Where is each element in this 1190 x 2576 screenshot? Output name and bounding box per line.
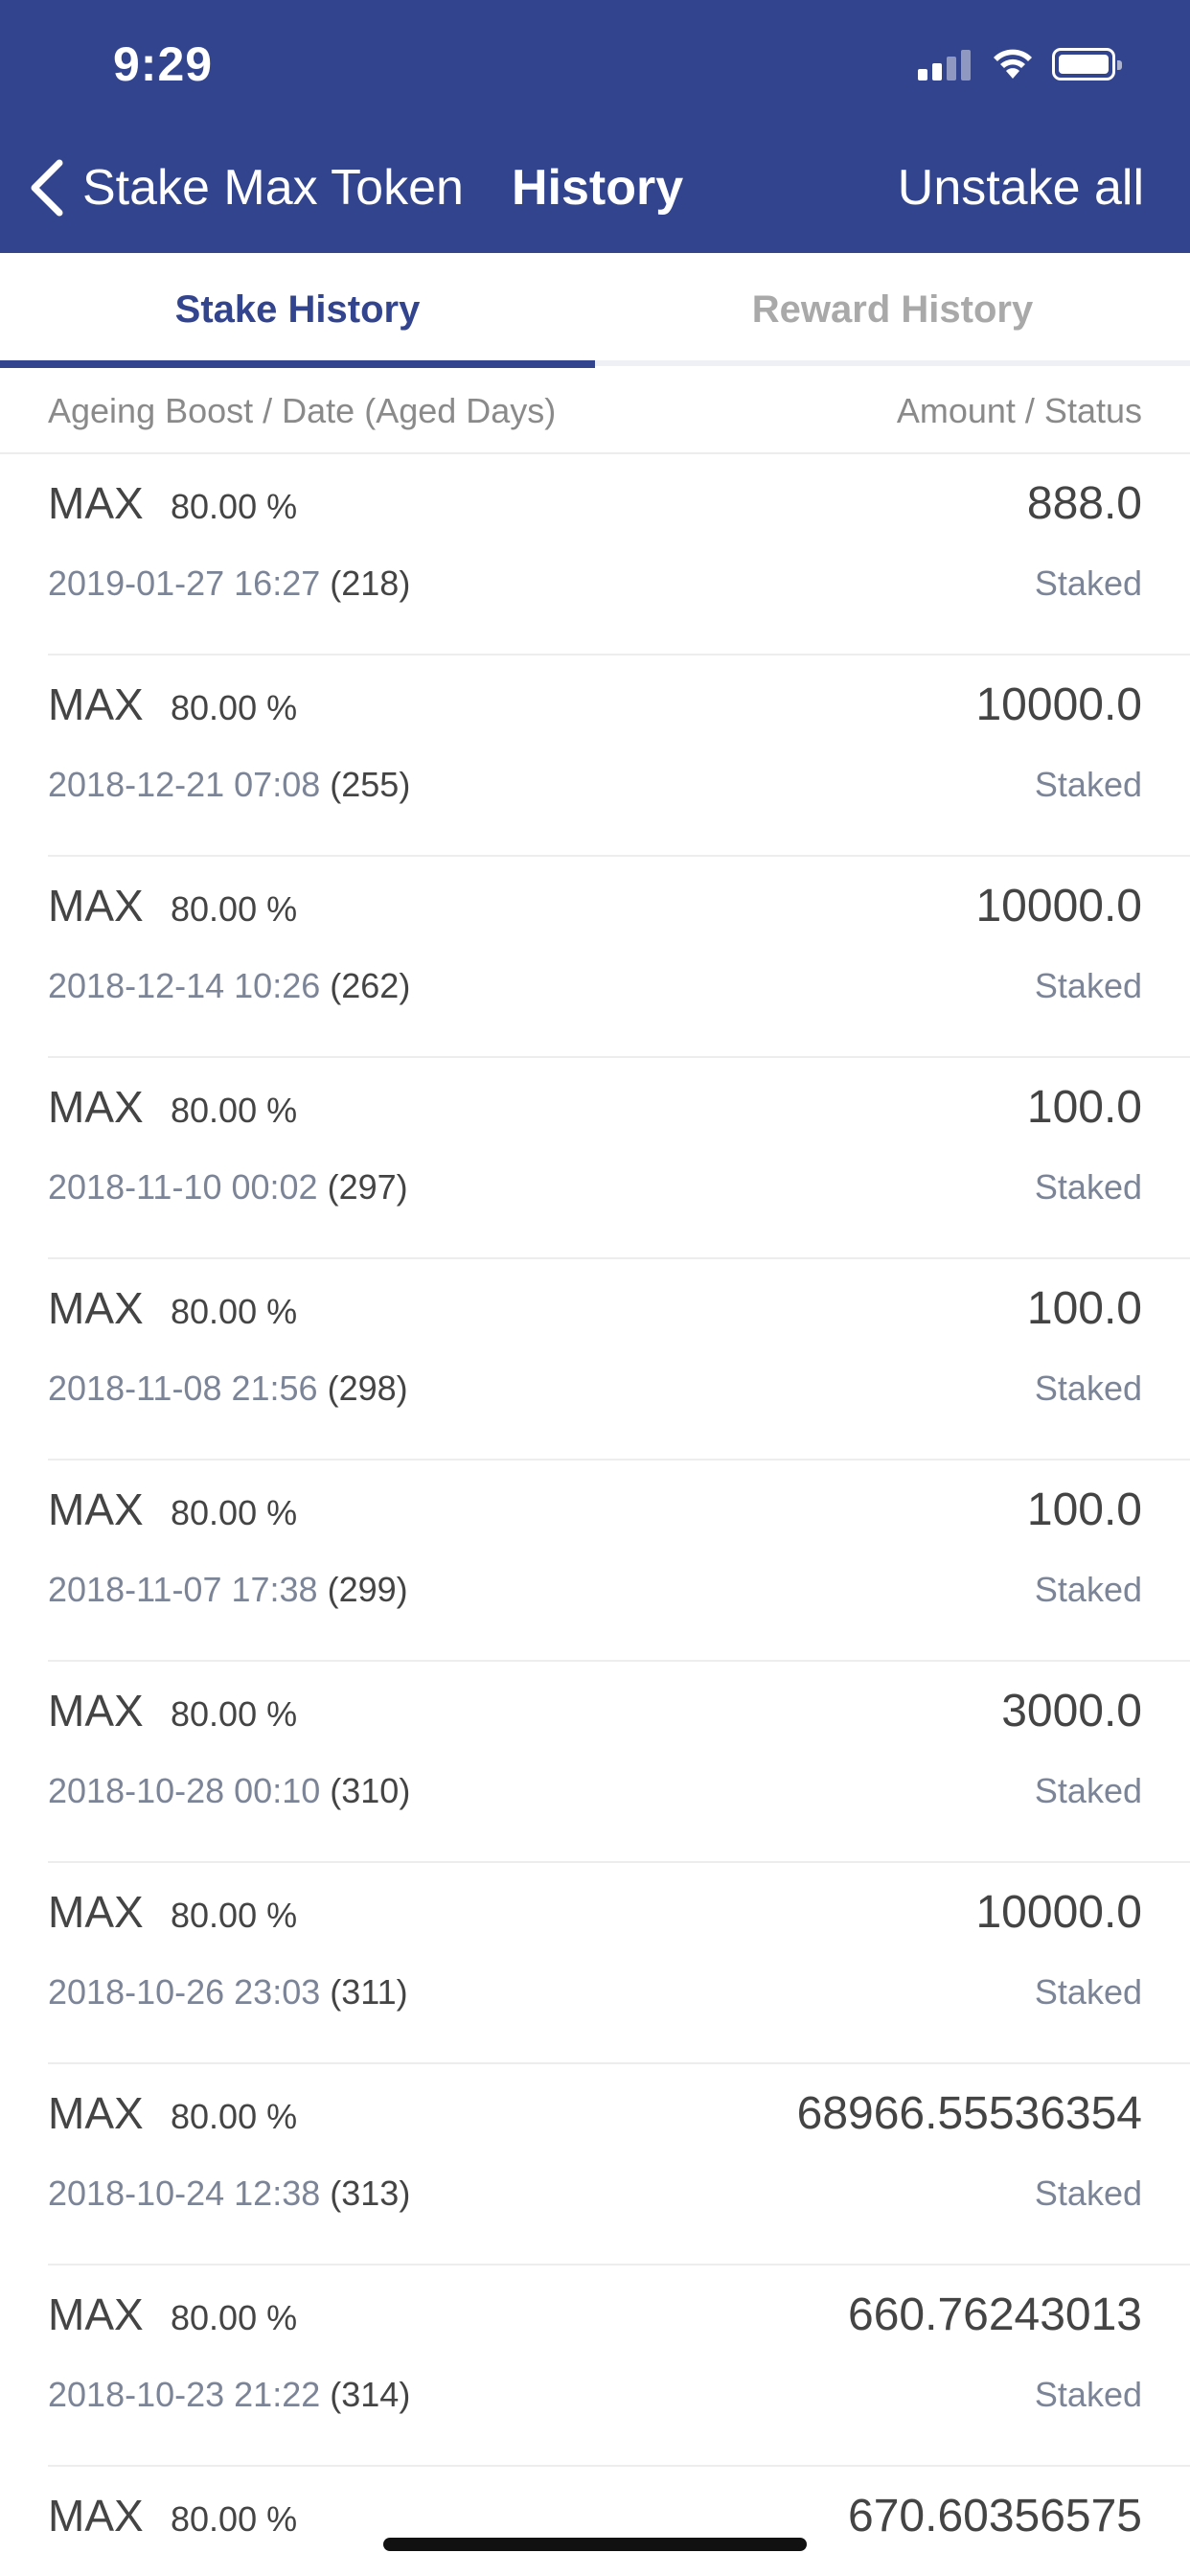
stake-date: 2018-10-26 23:03 (311) — [48, 1972, 408, 2012]
stake-status: Staked — [1034, 1972, 1142, 2012]
ageing-boost: 80.00 % — [171, 2499, 298, 2539]
stake-row[interactable]: MAX 80.00 % 10000.0 2018-12-14 10:26 (26… — [48, 857, 1190, 1058]
stake-status: Staked — [1034, 765, 1142, 804]
wifi-icon — [994, 49, 1032, 79]
stake-amount: 100.0 — [1026, 1283, 1142, 1334]
aged-days: (299) — [327, 1570, 408, 1609]
app-header: 9:29 Stake Max Token History Unstake all — [0, 0, 1190, 253]
stake-amount: 100.0 — [1026, 1082, 1142, 1133]
aged-days: (313) — [330, 2174, 411, 2213]
column-header-left: Ageing Boost / Date (Aged Days) — [48, 391, 557, 430]
stake-status: Staked — [1034, 2375, 1142, 2414]
battery-icon — [1052, 48, 1122, 80]
status-time: 9:29 — [113, 37, 214, 91]
stake-status: Staked — [1034, 1167, 1142, 1207]
stake-date: 2018-11-10 00:02 (297) — [48, 1167, 408, 1207]
stake-status: Staked — [1034, 1771, 1142, 1810]
page-title: History — [512, 160, 684, 216]
ageing-boost: 80.00 % — [171, 1493, 298, 1532]
ageing-boost: 80.00 % — [171, 889, 298, 929]
stake-date: 2018-11-07 17:38 (299) — [48, 1570, 408, 1609]
unstake-all-button[interactable]: Unstake all — [898, 159, 1144, 217]
stake-row[interactable]: MAX 80.00 % 888.0 2019-01-27 16:27 (218)… — [48, 454, 1190, 656]
token-symbol: MAX — [48, 478, 144, 528]
aged-days: (311) — [330, 1972, 408, 2012]
chevron-left-icon[interactable] — [23, 157, 71, 218]
ageing-boost: 80.00 % — [171, 1694, 298, 1734]
stake-history-list: MAX 80.00 % 888.0 2019-01-27 16:27 (218)… — [0, 454, 1190, 2576]
stake-date: 2018-11-08 21:56 (298) — [48, 1368, 408, 1408]
home-indicator[interactable] — [383, 2538, 807, 2551]
ageing-boost: 80.00 % — [171, 1896, 298, 1935]
stake-amount: 660.76243013 — [848, 2289, 1142, 2340]
stake-amount: 10000.0 — [975, 679, 1142, 730]
stake-status: Staked — [1034, 2174, 1142, 2213]
stake-status: Staked — [1034, 1368, 1142, 1408]
active-tab-indicator — [0, 360, 595, 368]
stake-row[interactable]: MAX 80.00 % 100.0 2018-11-10 00:02 (297)… — [48, 1058, 1190, 1259]
stake-date: 2019-01-27 16:27 (218) — [48, 564, 411, 603]
stake-status: Staked — [1034, 564, 1142, 603]
tab-reward-history[interactable]: Reward History — [595, 253, 1190, 366]
aged-days: (218) — [330, 564, 411, 603]
stake-amount: 3000.0 — [1001, 1686, 1142, 1736]
aged-days: (310) — [330, 1771, 411, 1810]
stake-row[interactable]: MAX 80.00 % 3000.0 2018-10-28 00:10 (310… — [48, 1662, 1190, 1863]
ageing-boost: 80.00 % — [171, 1292, 298, 1331]
aged-days: (297) — [327, 1167, 408, 1207]
column-header: Ageing Boost / Date (Aged Days) Amount /… — [0, 372, 1190, 454]
ageing-boost: 80.00 % — [171, 487, 298, 526]
stake-date: 2018-12-21 07:08 (255) — [48, 765, 411, 804]
token-symbol: MAX — [48, 1283, 144, 1333]
token-symbol: MAX — [48, 1484, 144, 1534]
aged-days: (314) — [330, 2375, 411, 2414]
token-symbol: MAX — [48, 1686, 144, 1736]
stake-row[interactable]: MAX 80.00 % 670.60356575 — [48, 2467, 1190, 2576]
stake-status: Staked — [1034, 1570, 1142, 1609]
stake-amount: 670.60356575 — [848, 2491, 1142, 2542]
stake-amount: 68966.55536354 — [796, 2088, 1142, 2139]
stake-amount: 10000.0 — [975, 881, 1142, 932]
ageing-boost: 80.00 % — [171, 688, 298, 727]
tab-stake-history[interactable]: Stake History — [0, 253, 595, 366]
stake-row[interactable]: MAX 80.00 % 660.76243013 2018-10-23 21:2… — [48, 2266, 1190, 2467]
stake-row[interactable]: MAX 80.00 % 10000.0 2018-12-21 07:08 (25… — [48, 656, 1190, 857]
back-button[interactable]: Stake Max Token — [82, 159, 464, 217]
stake-amount: 10000.0 — [975, 1887, 1142, 1938]
column-header-right: Amount / Status — [896, 391, 1142, 430]
stake-amount: 100.0 — [1026, 1484, 1142, 1535]
token-symbol: MAX — [48, 1082, 144, 1132]
ageing-boost: 80.00 % — [171, 1091, 298, 1130]
stake-date: 2018-10-23 21:22 (314) — [48, 2375, 411, 2414]
aged-days: (255) — [330, 765, 411, 804]
ageing-boost: 80.00 % — [171, 2298, 298, 2337]
cellular-signal-icon — [918, 48, 972, 80]
stake-row[interactable]: MAX 80.00 % 100.0 2018-11-08 21:56 (298)… — [48, 1259, 1190, 1460]
ageing-boost: 80.00 % — [171, 2097, 298, 2136]
token-symbol: MAX — [48, 2289, 144, 2339]
stake-row[interactable]: MAX 80.00 % 68966.55536354 2018-10-24 12… — [48, 2064, 1190, 2266]
aged-days: (262) — [330, 966, 411, 1005]
token-symbol: MAX — [48, 679, 144, 729]
token-symbol: MAX — [48, 1887, 144, 1937]
stake-date: 2018-12-14 10:26 (262) — [48, 966, 411, 1005]
aged-days: (298) — [327, 1368, 408, 1408]
token-symbol: MAX — [48, 881, 144, 931]
token-symbol: MAX — [48, 2088, 144, 2138]
stake-row[interactable]: MAX 80.00 % 10000.0 2018-10-26 23:03 (31… — [48, 1863, 1190, 2064]
stake-date: 2018-10-24 12:38 (313) — [48, 2174, 411, 2213]
tab-bar: Stake History Reward History — [0, 253, 1190, 368]
token-symbol: MAX — [48, 2491, 144, 2541]
stake-amount: 888.0 — [1026, 478, 1142, 529]
stake-date: 2018-10-28 00:10 (310) — [48, 1771, 411, 1810]
stake-status: Staked — [1034, 966, 1142, 1005]
stake-row[interactable]: MAX 80.00 % 100.0 2018-11-07 17:38 (299)… — [48, 1460, 1190, 1662]
